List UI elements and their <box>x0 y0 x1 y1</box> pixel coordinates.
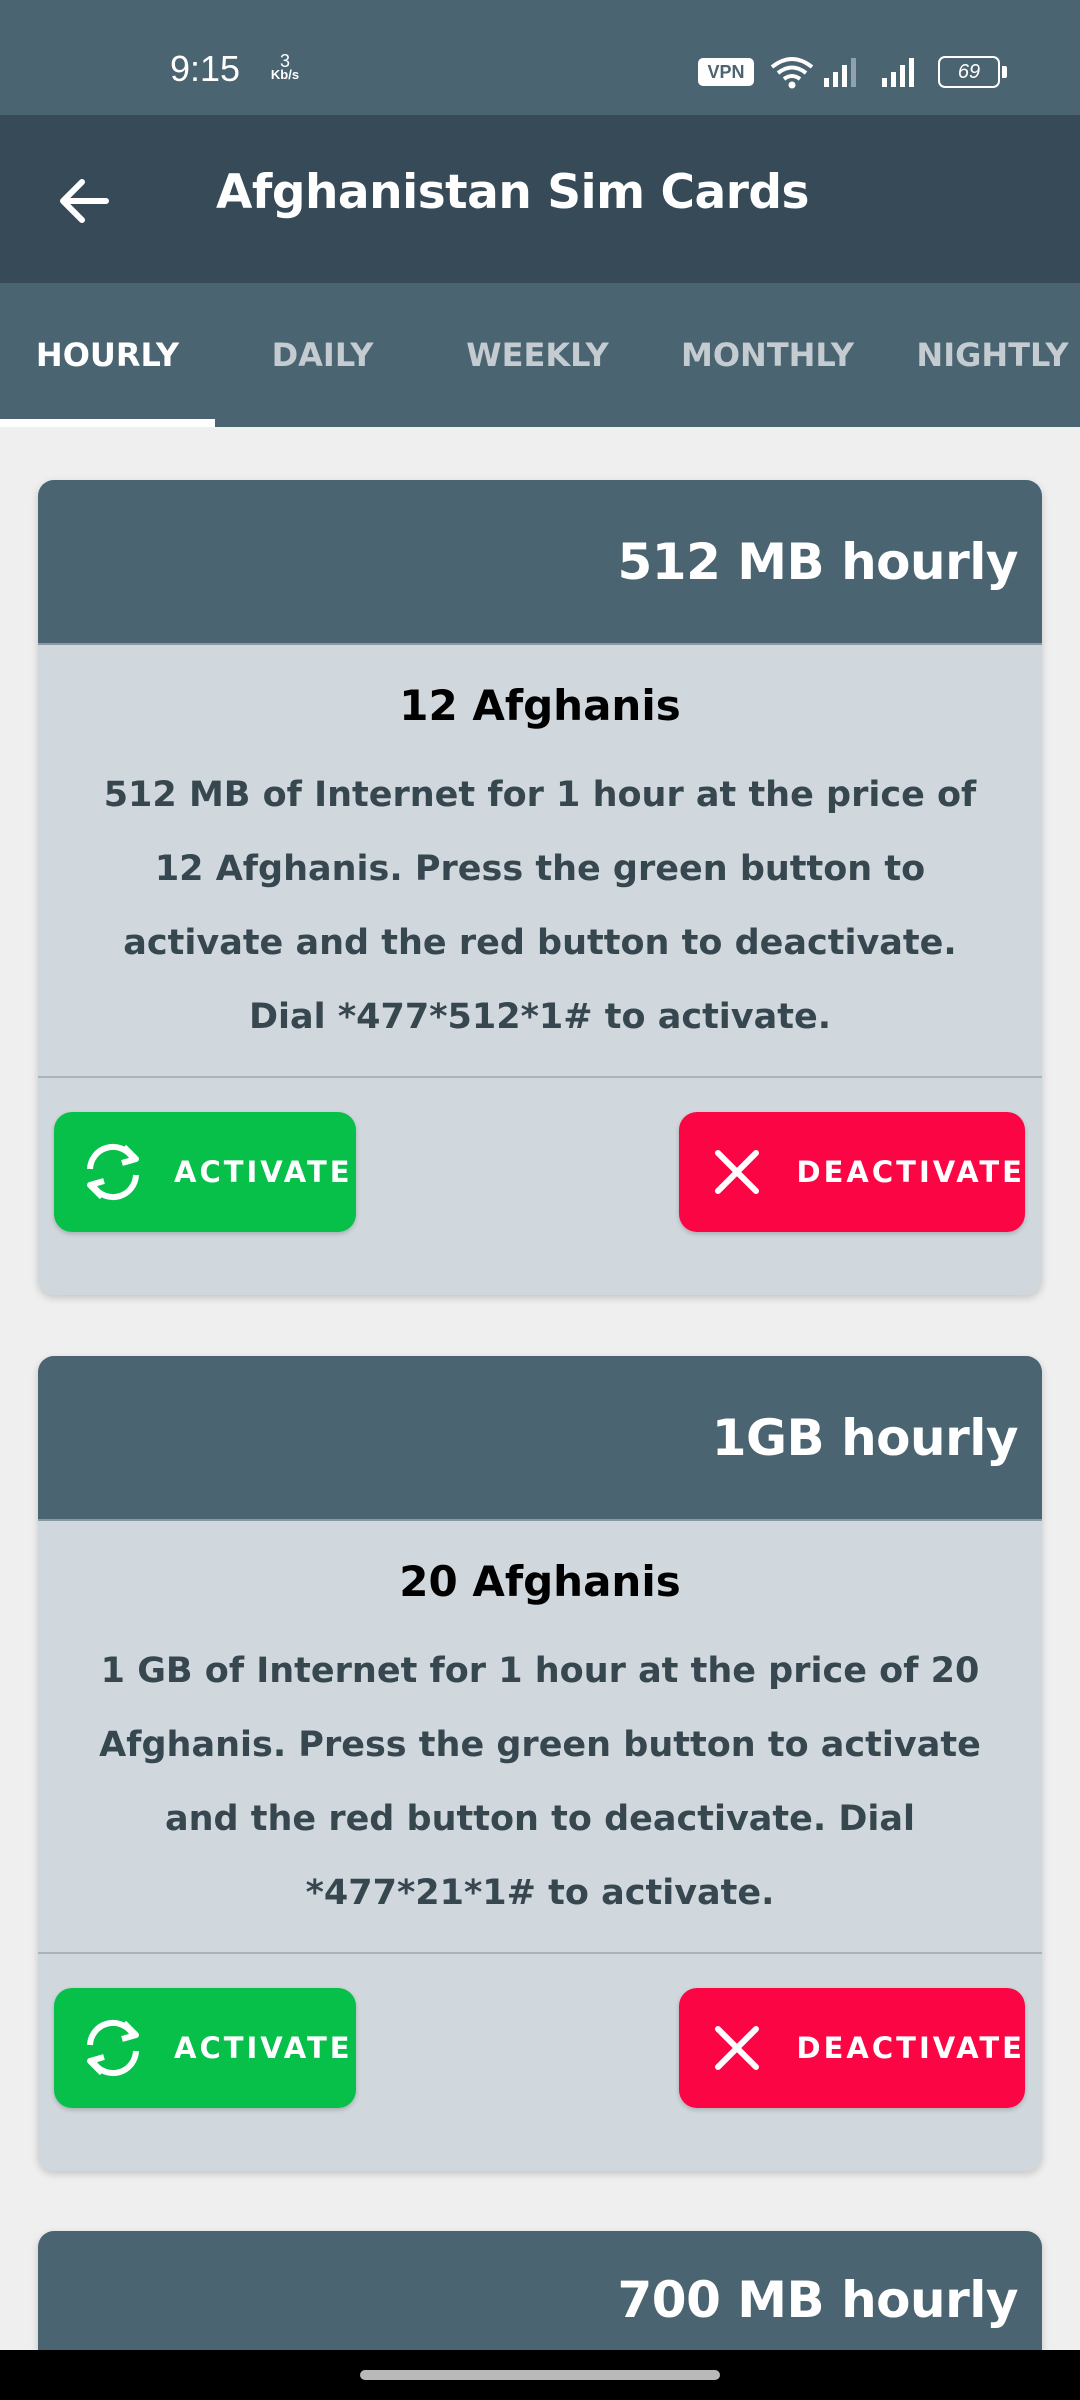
wifi-icon <box>770 57 814 89</box>
tab-bar: HOURLY DAILY WEEKLY MONTHLY NIGHTLY <box>0 283 1080 427</box>
card-title: 700 MB hourly <box>617 2271 1019 2329</box>
plan-card: 700 MB hourly <box>38 2231 1042 2350</box>
tab-monthly[interactable]: MONTHLY <box>645 283 890 427</box>
home-gesture-handle[interactable] <box>360 2370 720 2380</box>
app-bar: Afghanistan Sim Cards <box>0 115 1080 283</box>
deactivate-button[interactable]: DEACTIVATE <box>679 1112 1025 1232</box>
deactivate-label: DEACTIVATE <box>796 2031 1025 2065</box>
card-actions: ACTIVATE DEACTIVATE <box>38 1078 1042 1266</box>
card-price: 12 Afghanis <box>399 681 681 730</box>
navigation-bar <box>0 2350 1080 2400</box>
close-icon <box>703 2013 771 2083</box>
signal-icon <box>824 58 856 87</box>
tab-weekly[interactable]: WEEKLY <box>430 283 645 427</box>
battery-level: 69 <box>957 61 981 83</box>
plan-card: 1GB hourly 20 Afghanis 1 GB of Internet … <box>38 1356 1042 2171</box>
refresh-icon <box>78 2013 148 2083</box>
card-header: 512 MB hourly <box>38 480 1042 645</box>
status-time: 9:15 <box>170 48 241 89</box>
plan-card: 512 MB hourly 12 Afghanis 512 MB of Inte… <box>38 480 1042 1295</box>
close-icon <box>703 1137 771 1207</box>
activate-button[interactable]: ACTIVATE <box>54 1988 356 2108</box>
network-speed-unit: Kb/s <box>270 67 300 82</box>
card-actions: ACTIVATE DEACTIVATE <box>38 1954 1042 2142</box>
vpn-badge: VPN <box>698 58 754 86</box>
card-description: 1 GB of Internet for 1 hour at the price… <box>99 1651 981 1913</box>
signal-icon <box>882 58 914 87</box>
activate-button[interactable]: ACTIVATE <box>54 1112 356 1232</box>
tab-daily[interactable]: DAILY <box>215 283 430 427</box>
card-title: 1GB hourly <box>711 1408 1019 1467</box>
activate-label: ACTIVATE <box>174 1155 353 1189</box>
deactivate-label: DEACTIVATE <box>796 1155 1025 1189</box>
card-header: 1GB hourly <box>38 1356 1042 1521</box>
card-title: 512 MB hourly <box>617 532 1019 591</box>
back-button[interactable] <box>44 161 124 241</box>
deactivate-button[interactable]: DEACTIVATE <box>679 1988 1025 2108</box>
battery-tip <box>1002 66 1007 78</box>
battery-icon: 69 <box>938 56 1000 88</box>
tab-indicator <box>0 419 215 427</box>
card-description: 512 MB of Internet for 1 hour at the pri… <box>103 775 977 1037</box>
tab-nightly[interactable]: NIGHTLY <box>890 283 1080 427</box>
card-price: 20 Afghanis <box>399 1557 681 1606</box>
page-title: Afghanistan Sim Cards <box>216 165 810 220</box>
activate-label: ACTIVATE <box>174 2031 353 2065</box>
status-bar: 9:15 3 Kb/s VPN 69 <box>0 0 1080 115</box>
network-speed: 3 Kb/s <box>268 51 302 82</box>
tab-hourly[interactable]: HOURLY <box>0 283 215 427</box>
network-speed-value: 3 <box>279 51 290 71</box>
refresh-icon <box>78 1137 148 1207</box>
card-header: 700 MB hourly <box>38 2231 1042 2350</box>
arrow-left-icon <box>60 179 109 223</box>
